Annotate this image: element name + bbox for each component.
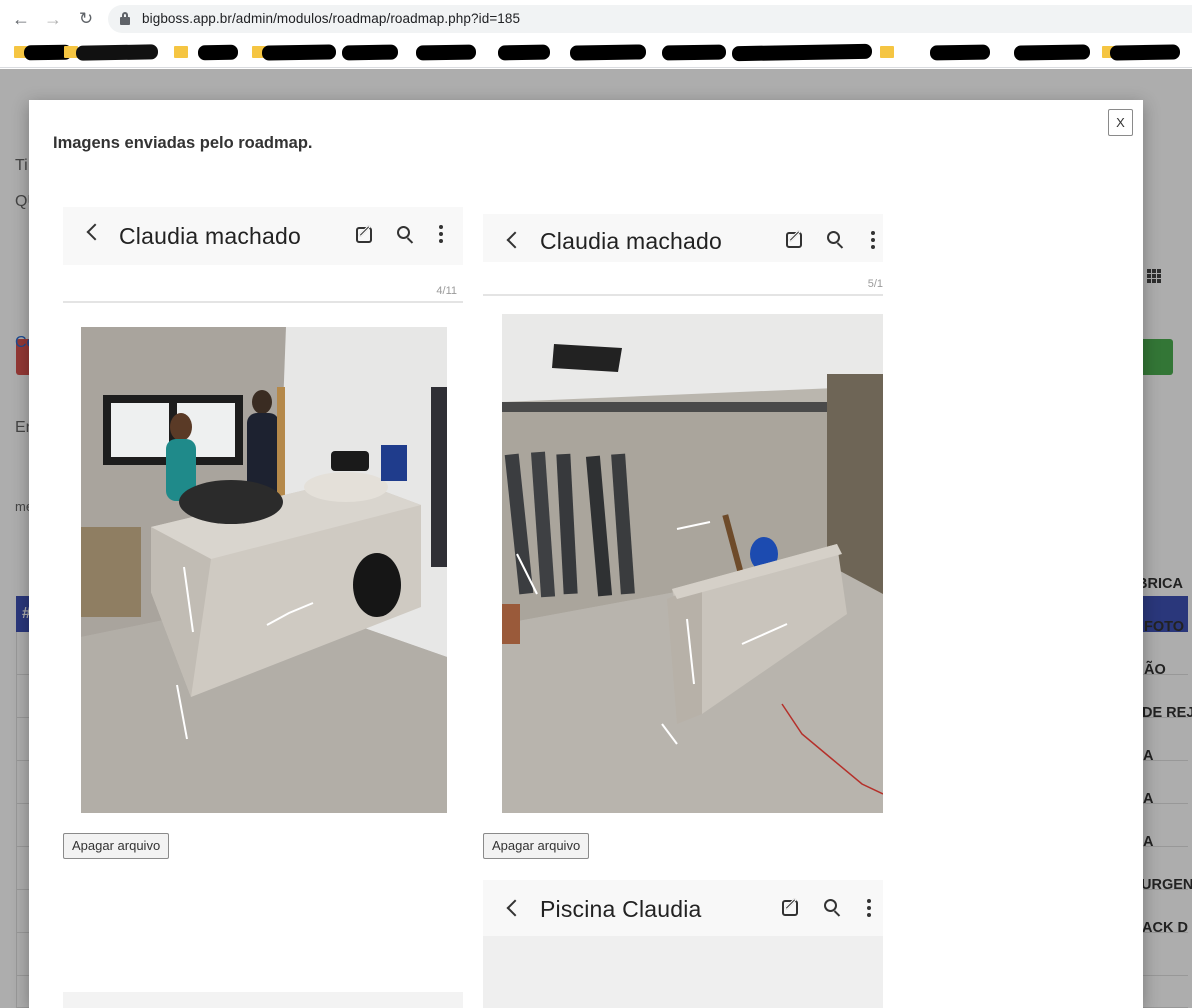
- image-placeholder: [483, 936, 883, 1008]
- bookmark-item[interactable]: [731, 43, 873, 63]
- bookmark-item[interactable]: [174, 43, 239, 63]
- construction-photo: [502, 314, 883, 813]
- close-button[interactable]: X: [1108, 109, 1133, 136]
- bookmark-item[interactable]: [1006, 43, 1091, 63]
- phone-header: Claudia machado: [483, 214, 883, 266]
- reload-icon[interactable]: ↻: [75, 8, 97, 30]
- edit-icon: [781, 897, 801, 918]
- bookmark-item[interactable]: [64, 43, 159, 63]
- edit-icon: [785, 229, 805, 250]
- phone-header: Claudia machado: [63, 207, 463, 265]
- back-chevron-icon: [506, 899, 524, 917]
- lock-icon: [120, 12, 130, 25]
- phone-title: Piscina Claudia: [540, 896, 702, 922]
- search-icon: [396, 225, 416, 245]
- bookmark-item[interactable]: [566, 43, 647, 63]
- bookmark-item[interactable]: [252, 43, 337, 63]
- arrow-right-icon[interactable]: →: [42, 8, 64, 30]
- search-icon: [826, 230, 846, 250]
- more-vert-icon: [431, 225, 451, 245]
- image-card: Claudia machado 4/11: [63, 207, 463, 813]
- pager-bar: 5/1: [483, 262, 883, 302]
- bookmark-item[interactable]: [1102, 43, 1181, 63]
- folder-icon: [174, 46, 188, 58]
- bookmark-item[interactable]: [14, 43, 73, 63]
- delete-file-button[interactable]: Apagar arquivo: [63, 833, 170, 859]
- url-text: bigboss.app.br/admin/modulos/roadmap/roa…: [142, 11, 521, 26]
- bookmark-item[interactable]: [341, 43, 399, 63]
- bookmark-item[interactable]: [880, 43, 992, 63]
- images-modal: X Imagens enviadas pelo roadmap. Claudia…: [29, 100, 1143, 1008]
- more-vert-icon: [863, 231, 883, 251]
- image-card-partial: [63, 992, 463, 1008]
- edit-icon: [355, 224, 375, 245]
- image-card: Piscina Claudia: [483, 880, 883, 1008]
- image-card: Claudia machado 5/1: [483, 214, 883, 813]
- delete-file-button[interactable]: Apagar arquivo: [483, 833, 590, 859]
- back-chevron-icon: [86, 223, 104, 241]
- construction-photo: [81, 327, 447, 813]
- pager-bar: 4/11: [63, 269, 463, 309]
- modal-title: Imagens enviadas pelo roadmap.: [53, 134, 313, 152]
- bookmark-item[interactable]: [661, 43, 728, 63]
- bookmarks-bar: [0, 38, 1192, 68]
- search-icon: [823, 898, 843, 918]
- more-vert-icon: [859, 899, 879, 919]
- phone-title: Claudia machado: [119, 223, 302, 249]
- browser-toolbar: ← → ↻ bigboss.app.br/admin/modulos/roadm…: [0, 0, 1192, 38]
- folder-icon: [880, 46, 894, 58]
- bookmark-item[interactable]: [497, 43, 552, 63]
- phone-title: Claudia machado: [540, 228, 723, 254]
- page-counter: 4/11: [436, 285, 457, 297]
- phone-header: Piscina Claudia: [483, 880, 883, 936]
- bookmark-item[interactable]: [415, 43, 482, 63]
- address-bar[interactable]: bigboss.app.br/admin/modulos/roadmap/roa…: [108, 5, 1192, 33]
- arrow-left-icon[interactable]: ←: [10, 8, 32, 30]
- page-counter: 5/1: [867, 278, 883, 290]
- back-chevron-icon: [506, 231, 524, 249]
